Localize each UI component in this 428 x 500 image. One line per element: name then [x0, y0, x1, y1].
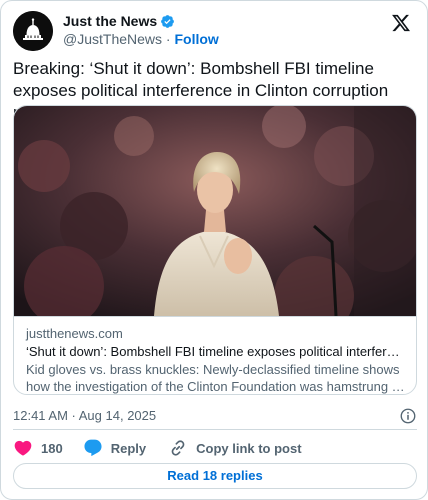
link-description: Kid gloves vs. brass knuckles: Newly-dec…	[26, 362, 406, 394]
post-timestamp[interactable]: 12:41 AM · Aug 14, 2025	[13, 408, 156, 423]
author-name-row: Just the News	[63, 13, 175, 29]
author-handle-row: @JustTheNews · Follow	[63, 31, 219, 47]
copy-link-label: Copy link to post	[196, 440, 302, 456]
handle-separator: ·	[165, 31, 171, 47]
capitol-logo-icon	[13, 11, 53, 51]
author-name[interactable]: Just the News	[63, 13, 157, 29]
like-count: 180	[41, 440, 63, 456]
copy-link-button[interactable]: Copy link to post	[168, 438, 302, 458]
x-logo-icon[interactable]	[391, 13, 411, 33]
link-preview-meta: justthenews.com ‘Shut it down’: Bombshel…	[14, 316, 416, 394]
post-header: Just the News @JustTheNews · Follow	[13, 11, 415, 51]
embedded-post-card: Just the News @JustTheNews · Follow Brea…	[0, 0, 428, 500]
info-icon[interactable]	[399, 407, 417, 425]
verified-badge-icon	[161, 14, 175, 28]
avatar[interactable]	[13, 11, 53, 51]
timestamp-row: 12:41 AM · Aug 14, 2025	[13, 406, 417, 426]
author-handle[interactable]: @JustTheNews	[63, 31, 162, 47]
read-replies-button[interactable]: Read 18 replies	[13, 463, 417, 489]
post-actions: 180 Reply Copy link to post	[13, 437, 302, 459]
like-button[interactable]: 180	[13, 438, 63, 458]
link-title: ‘Shut it down’: Bombshell FBI timeline e…	[26, 344, 406, 359]
reply-bubble-icon	[84, 439, 102, 457]
link-preview-card[interactable]: justthenews.com ‘Shut it down’: Bombshel…	[13, 105, 417, 395]
reply-label: Reply	[110, 440, 147, 456]
link-icon	[171, 440, 185, 456]
reply-button[interactable]: Reply	[83, 438, 146, 458]
link-domain: justthenews.com	[26, 326, 123, 341]
article-thumbnail-image	[14, 106, 416, 316]
heart-icon	[14, 440, 32, 456]
follow-button[interactable]: Follow	[174, 31, 218, 47]
divider	[13, 429, 417, 430]
